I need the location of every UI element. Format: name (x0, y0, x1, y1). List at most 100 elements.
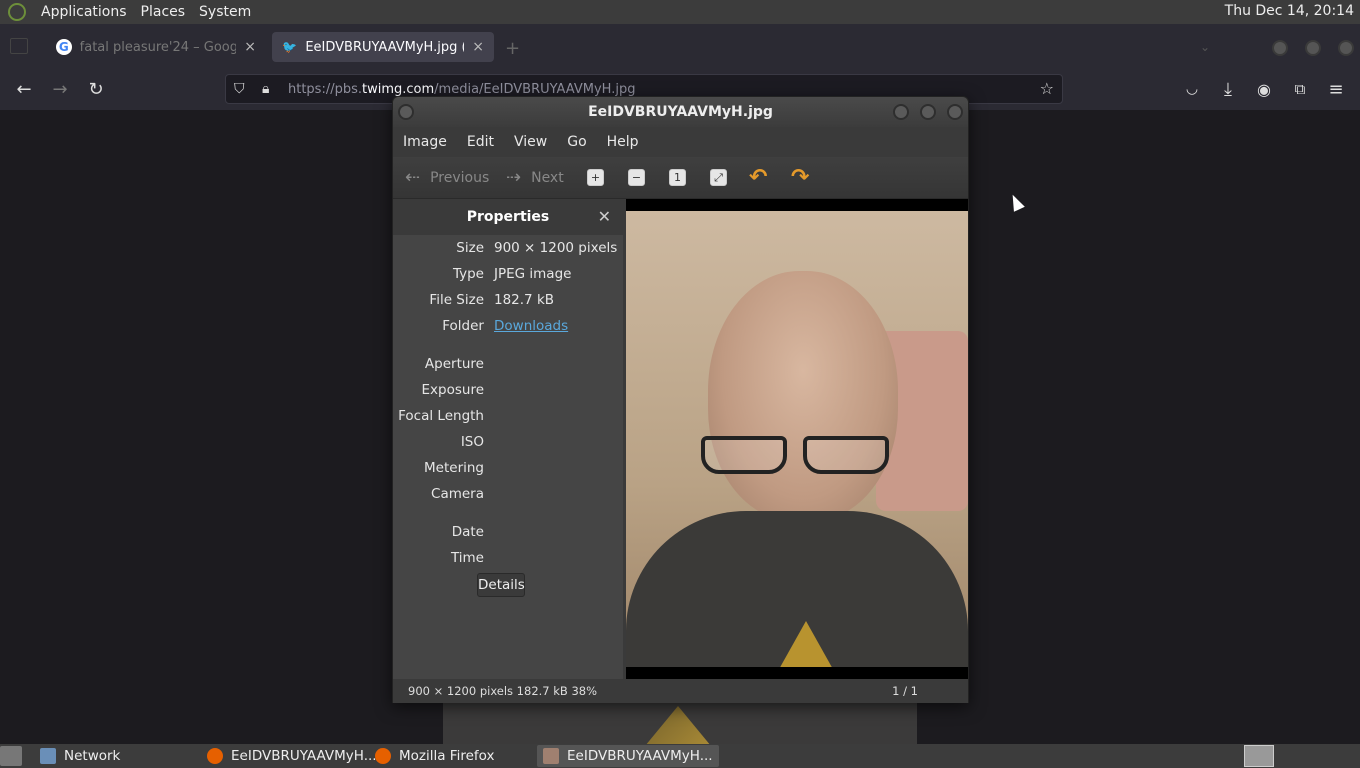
menu-places[interactable]: Places (134, 4, 193, 20)
image-view[interactable] (626, 199, 968, 679)
sidebar-header: Properties ✕ (393, 199, 623, 235)
shirt-logo (645, 706, 711, 744)
maximize-button[interactable] (1305, 40, 1321, 56)
prop-metering: Metering (393, 460, 623, 482)
photo-shirt (626, 511, 968, 667)
photo-lens (701, 436, 787, 474)
rotate-right-icon[interactable]: ↷ (791, 165, 809, 190)
prop-key: Exposure (421, 382, 485, 398)
zoom-in-icon[interactable]: + (587, 169, 604, 186)
url-host: twimg.com (362, 81, 435, 97)
prop-iso: ISO (393, 434, 623, 456)
lock-icon[interactable]: 🔒︎ (262, 81, 269, 97)
task-label: EeIDVBRUYAAVMyH... (231, 748, 377, 764)
photo-glasses (701, 436, 896, 476)
menu-edit[interactable]: Edit (457, 134, 504, 150)
prop-value: 182.7 kB (494, 292, 555, 308)
downloads-icon[interactable]: ⤓ (1217, 78, 1239, 100)
image-viewer-window: EeIDVBRUYAAVMyH.jpg Image Edit View Go H… (392, 96, 969, 703)
task-image-viewer[interactable]: EeIDVBRUYAAVMyH... (537, 745, 719, 767)
reload-icon[interactable]: ↻ (85, 78, 107, 100)
prop-key: Camera (431, 486, 484, 502)
next-label: Next (531, 169, 564, 186)
prop-camera: Camera (393, 486, 623, 508)
menu-system[interactable]: System (192, 4, 258, 20)
distro-logo-icon[interactable] (8, 3, 26, 21)
firefox-view-icon[interactable] (10, 38, 28, 54)
next-button[interactable]: ⇢ Next (506, 167, 564, 188)
best-fit-icon[interactable]: ⤢ (710, 169, 727, 186)
photo-lens (803, 436, 889, 474)
menu-applications[interactable]: Applications (34, 4, 134, 20)
firefox-tab-bar: G fatal pleasure'24 – Goog × 🐦 EeIDVBRUY… (0, 24, 1360, 68)
prop-date: Date (393, 524, 623, 546)
status-image-info: 900 × 1200 pixels 182.7 kB 38% (408, 684, 598, 698)
google-icon: G (56, 39, 72, 55)
details-button[interactable]: Details (477, 573, 525, 597)
prop-value: 900 × 1200 pixels (494, 240, 618, 256)
task-mozilla-firefox[interactable]: Mozilla Firefox (369, 745, 501, 767)
prop-key: Folder (442, 318, 484, 334)
prop-value: JPEG image (494, 266, 572, 282)
rotate-left-icon[interactable]: ↶ (749, 165, 767, 190)
list-all-tabs-chevron-icon[interactable]: ⌄ (1200, 40, 1210, 54)
tab-image[interactable]: 🐦 EeIDVBRUYAAVMyH.jpg (JP × (272, 32, 494, 62)
toolbar: ⇠ Previous ⇢ Next + − 1 ⤢ ↶ ↷ (393, 157, 968, 199)
photo-head (708, 271, 898, 521)
menu-help[interactable]: Help (597, 134, 649, 150)
pocket-icon[interactable]: ◡ (1181, 78, 1203, 100)
maximize-button[interactable] (920, 104, 936, 120)
close-window-button[interactable] (947, 104, 963, 120)
status-bar: 900 × 1200 pixels 182.7 kB 38% 1 / 1 (393, 679, 968, 703)
url-text[interactable]: https://pbs.twimg.com/media/EeIDVBRUYAAV… (288, 82, 635, 97)
menu-image[interactable]: Image (393, 134, 457, 150)
prop-key: Metering (424, 460, 484, 476)
back-arrow-icon[interactable]: ← (13, 78, 35, 100)
window-titlebar[interactable]: EeIDVBRUYAAVMyH.jpg (393, 97, 968, 127)
menu-view[interactable]: View (504, 134, 557, 150)
url-prefix: https://pbs. (288, 81, 363, 97)
menu-go[interactable]: Go (557, 134, 596, 150)
extensions-icon[interactable]: ⧉ (1289, 78, 1311, 100)
arrow-left-icon: ⇠ (405, 167, 421, 188)
close-icon[interactable]: × (472, 39, 484, 55)
task-image-firefox[interactable]: EeIDVBRUYAAVMyH... (201, 745, 383, 767)
menu-bar: Image Edit View Go Help (393, 127, 968, 157)
prop-key: File Size (429, 292, 484, 308)
folder-link[interactable]: Downloads (494, 318, 568, 334)
firefox-icon (207, 748, 223, 764)
previous-label: Previous (430, 169, 490, 186)
desktop: Applications Places System Thu Dec 14, 2… (0, 0, 1360, 768)
account-icon[interactable]: ◉ (1253, 78, 1275, 100)
show-desktop-icon[interactable] (0, 746, 22, 766)
prop-file-size: File Size 182.7 kB (393, 292, 623, 314)
minimize-button[interactable] (893, 104, 909, 120)
image-viewer-icon (543, 748, 559, 764)
properties-sidebar: Properties ✕ Size 900 × 1200 pixels Type J… (393, 199, 623, 679)
tab-google[interactable]: G fatal pleasure'24 – Goog × (46, 32, 266, 62)
url-path: /media/EeIDVBRUYAAVMyH.jpg (434, 81, 636, 97)
forward-arrow-icon[interactable]: → (49, 78, 71, 100)
tab-title: fatal pleasure'24 – Goog (79, 39, 237, 55)
workspace-switcher[interactable] (1244, 745, 1274, 767)
menu-hamburger-icon[interactable]: ≡ (1325, 78, 1347, 100)
minimize-button[interactable] (1272, 40, 1288, 56)
sidebar-title: Properties (466, 209, 550, 225)
status-image-index: 1 / 1 (892, 684, 918, 698)
clock[interactable]: Thu Dec 14, 20:14 (1225, 3, 1354, 19)
task-network[interactable]: Network (34, 745, 126, 767)
previous-button[interactable]: ⇠ Previous (405, 167, 489, 188)
new-tab-button[interactable]: + (505, 38, 520, 59)
zoom-out-icon[interactable]: − (628, 169, 645, 186)
window-menu-button[interactable] (398, 104, 414, 120)
prop-type: Type JPEG image (393, 266, 623, 288)
normal-size-icon[interactable]: 1 (669, 169, 686, 186)
shield-icon[interactable]: ⛉ (234, 81, 245, 97)
close-window-button[interactable] (1338, 40, 1354, 56)
network-icon (40, 748, 56, 764)
close-icon[interactable]: ✕ (598, 199, 611, 235)
close-icon[interactable]: × (244, 39, 256, 55)
bookmark-star-icon[interactable]: ☆ (1040, 79, 1054, 98)
prop-key: Focal Length (398, 408, 484, 424)
prop-folder: Folder Downloads (393, 318, 623, 340)
